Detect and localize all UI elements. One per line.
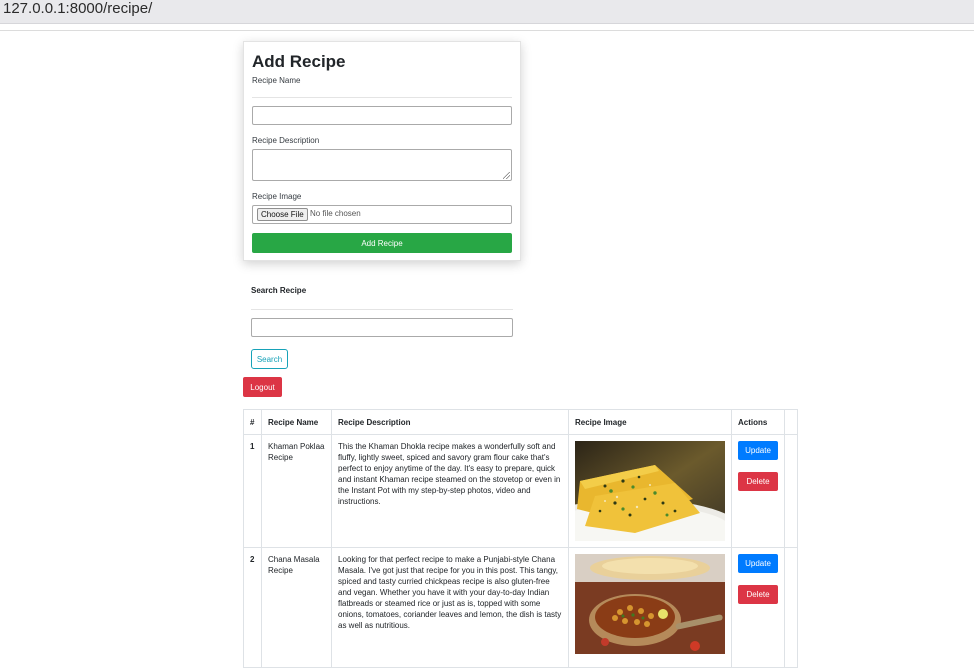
resize-grip-icon[interactable] (503, 172, 510, 179)
row-recipe-description: This the Khaman Dhokla recipe makes a wo… (331, 434, 569, 548)
row-actions: Update Delete (731, 547, 785, 668)
add-recipe-card: Add Recipe Recipe Name Recipe Descriptio… (243, 41, 521, 261)
url-text[interactable]: 127.0.0.1:8000/recipe/ (3, 0, 152, 17)
add-recipe-title: Add Recipe (252, 52, 346, 71)
header-recipe-name: Recipe Name (261, 409, 332, 435)
delete-button[interactable]: Delete (738, 472, 778, 491)
row-number: 2 (243, 547, 262, 668)
row-recipe-description: Looking for that perfect recipe to make … (331, 547, 569, 668)
search-recipe-label: Search Recipe (251, 286, 307, 295)
no-file-chosen-text: No file chosen (310, 209, 361, 218)
choose-file-button[interactable]: Choose File (257, 208, 308, 221)
navbar-divider (0, 30, 974, 31)
row-actions: Update Delete (731, 434, 785, 548)
add-recipe-button[interactable]: Add Recipe (252, 233, 512, 253)
recipe-image-label: Recipe Image (252, 192, 302, 201)
update-button[interactable]: Update (738, 441, 778, 460)
delete-button[interactable]: Delete (738, 585, 778, 604)
header-number: # (243, 409, 262, 435)
table-row: 1 Khaman Poklaa Recipe This the Khaman D… (243, 434, 798, 548)
recipes-table: # Recipe Name Recipe Description Recipe … (243, 409, 798, 668)
recipe-image-file-input[interactable]: Choose File No file chosen (252, 205, 512, 224)
recipe-description-label: Recipe Description (252, 136, 320, 145)
address-bar[interactable]: 127.0.0.1:8000/recipe/ (0, 0, 974, 24)
row-number: 1 (243, 434, 262, 548)
row-recipe-name: Khaman Poklaa Recipe (261, 434, 332, 548)
table-row: 2 Chana Masala Recipe Looking for that p… (243, 547, 798, 668)
row-recipe-image-cell (568, 434, 732, 548)
khaman-dhokla-image (575, 441, 725, 541)
row-recipe-name: Chana Masala Recipe (261, 547, 332, 668)
chana-masala-image (575, 554, 725, 654)
recipe-description-textarea[interactable] (252, 149, 512, 181)
header-empty (784, 409, 798, 435)
search-button[interactable]: Search (251, 349, 288, 369)
logout-button[interactable]: Logout (243, 377, 282, 397)
row-empty-cell (784, 434, 798, 548)
update-button[interactable]: Update (738, 554, 778, 573)
row-recipe-image-cell (568, 547, 732, 668)
header-actions: Actions (731, 409, 785, 435)
search-input[interactable] (251, 318, 513, 337)
recipe-name-input[interactable] (252, 106, 512, 125)
recipe-name-label: Recipe Name (252, 76, 301, 85)
header-recipe-description: Recipe Description (331, 409, 569, 435)
row-empty-cell (784, 547, 798, 668)
header-recipe-image: Recipe Image (568, 409, 732, 435)
search-divider (251, 309, 513, 310)
table-header-row: # Recipe Name Recipe Description Recipe … (243, 409, 798, 435)
form-divider (252, 97, 512, 98)
